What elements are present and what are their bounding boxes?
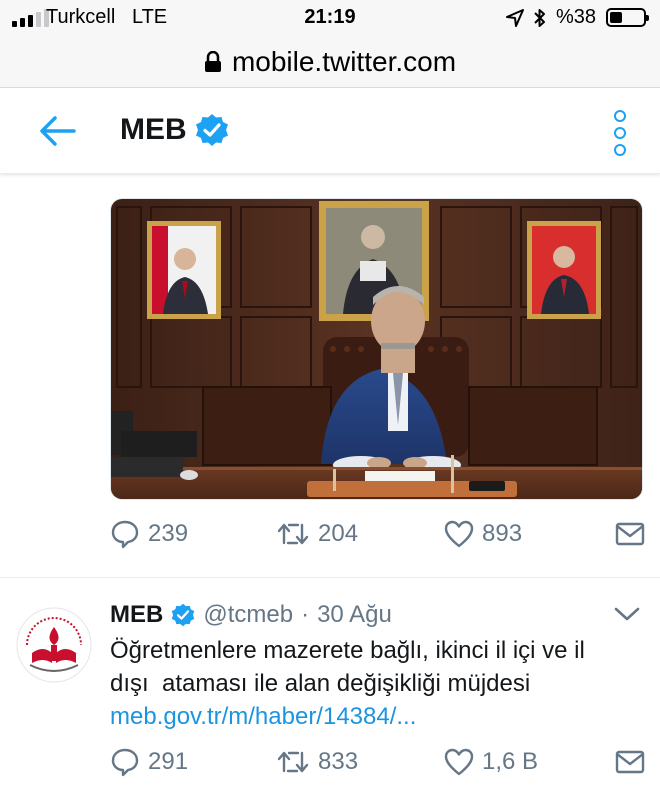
back-button[interactable] — [38, 114, 78, 148]
retweet-icon — [277, 523, 309, 545]
direct-message-button[interactable] — [615, 522, 645, 546]
author-name[interactable]: MEB — [110, 601, 163, 629]
battery-icon — [606, 8, 649, 27]
tweet1-actions: 239 204 893 — [110, 516, 645, 552]
location-arrow-icon — [505, 8, 524, 27]
author-handle[interactable]: @tcmeb — [203, 601, 293, 629]
office-portrait-image — [111, 199, 642, 499]
verified-badge-icon — [172, 603, 195, 627]
status-bar: Turkcell LTE 21:19 %38 — [0, 0, 660, 36]
heart-icon — [444, 520, 474, 548]
retweet-count: 204 — [318, 520, 359, 547]
dot-icon — [614, 110, 626, 122]
address-bar[interactable]: mobile.twitter.com — [0, 36, 660, 88]
like-count: 1,6 B — [482, 748, 539, 775]
meb-logo-icon — [16, 607, 92, 683]
reply-count: 239 — [148, 520, 189, 547]
battery-level — [610, 12, 623, 23]
retweet-icon — [277, 751, 309, 773]
tweet-photo[interactable] — [110, 198, 643, 500]
dot-icon — [614, 144, 626, 156]
tweet-text: Öğretmenlere mazerete bağlı, ikinci il i… — [110, 634, 640, 733]
bluetooth-icon — [534, 8, 545, 27]
tweet2-actions: 291 833 1,6 B — [110, 744, 645, 780]
avatar[interactable] — [14, 605, 94, 685]
envelope-icon — [615, 522, 645, 546]
tweet2-header: MEB @tcmeb · 30 Ağu — [110, 598, 392, 632]
separator-dot: · — [301, 601, 310, 628]
lock-icon — [204, 50, 221, 72]
back-arrow-icon — [40, 116, 76, 146]
heart-icon — [444, 748, 474, 776]
reply-button[interactable]: 239 — [110, 519, 276, 549]
reply-icon — [111, 748, 139, 777]
status-indicators: %38 — [505, 6, 649, 29]
reply-icon — [111, 520, 139, 549]
twitter-header: MEB — [0, 88, 660, 174]
like-button[interactable]: 893 — [444, 520, 614, 548]
envelope-icon — [615, 750, 645, 774]
retweet-button[interactable]: 833 — [276, 747, 444, 777]
verified-badge-icon — [195, 114, 228, 146]
reply-button[interactable]: 291 — [110, 747, 276, 777]
tweet-link[interactable]: meb.gov.tr/m/haber/14384/... — [110, 700, 640, 733]
tweet-date[interactable]: 30 Ağu — [317, 601, 392, 629]
tweet-options-button[interactable] — [613, 604, 641, 624]
url-text: mobile.twitter.com — [231, 45, 457, 77]
retweet-button[interactable]: 204 — [276, 519, 444, 549]
like-count: 893 — [482, 520, 523, 547]
direct-message-button[interactable] — [615, 750, 645, 774]
page-title: MEB — [120, 113, 187, 146]
profile-title: MEB — [120, 113, 229, 147]
chevron-down-icon — [614, 607, 640, 621]
retweet-count: 833 — [318, 748, 359, 775]
tweet-divider — [0, 577, 660, 578]
more-options-button[interactable] — [607, 110, 633, 156]
dot-icon — [614, 127, 626, 139]
like-button[interactable]: 1,6 B — [444, 748, 614, 776]
tweet-text-line2: dışı ataması ile alan değişikliği müjdes… — [110, 670, 531, 697]
tweet-text-line1: Öğretmenlere mazerete bağlı, ikinci il i… — [110, 637, 585, 664]
reply-count: 291 — [148, 748, 189, 775]
battery-percent: %38 — [555, 6, 596, 28]
